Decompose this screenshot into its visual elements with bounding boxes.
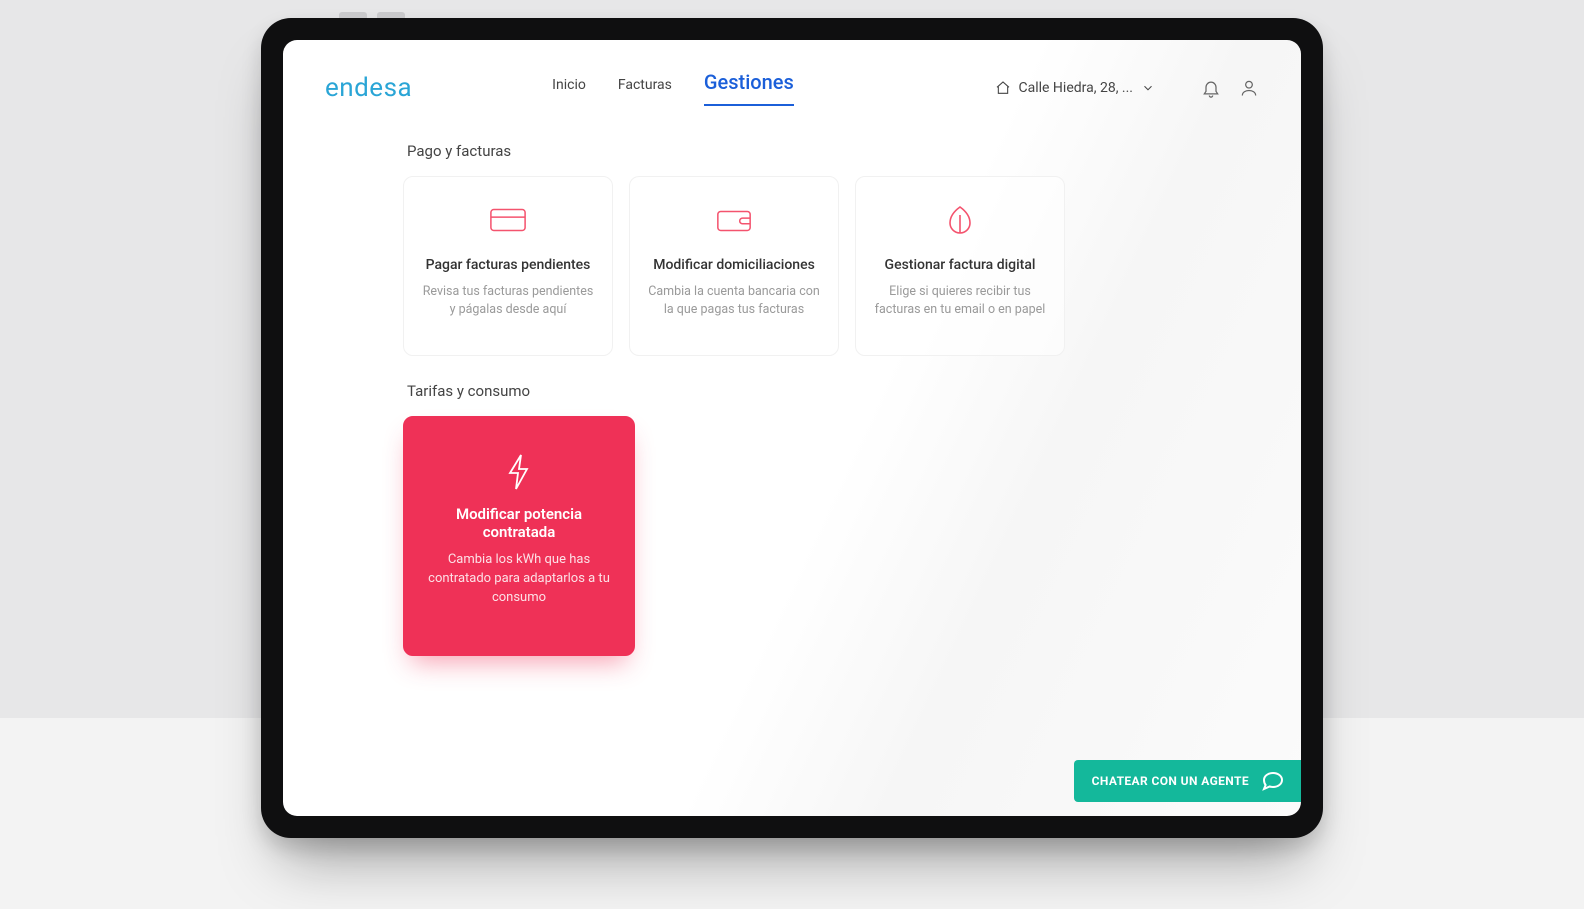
card-desc: Elige si quieres recibir tus facturas en…: [874, 283, 1046, 319]
nav-facturas[interactable]: Facturas: [618, 77, 672, 103]
content-area: Pago y facturas Pagar facturas pendiente…: [283, 106, 1301, 656]
app-screen: endesa Inicio Facturas Gestiones Calle H…: [283, 40, 1301, 816]
home-icon: [995, 80, 1011, 96]
nav-inicio[interactable]: Inicio: [552, 77, 586, 103]
card-title: Gestionar factura digital: [874, 257, 1046, 273]
chat-with-agent-button[interactable]: CHATEAR CON UN AGENTE: [1074, 760, 1301, 802]
card-title: Pagar facturas pendientes: [422, 257, 594, 273]
main-nav: Inicio Facturas Gestiones: [552, 70, 794, 106]
card-factura-digital[interactable]: Gestionar factura digital Elige si quier…: [855, 176, 1065, 356]
pago-cards-row: Pagar facturas pendientes Revisa tus fac…: [403, 176, 1231, 356]
header: endesa Inicio Facturas Gestiones Calle H…: [283, 40, 1301, 106]
address-label: Calle Hiedra, 28, ...: [1019, 80, 1134, 96]
user-icon[interactable]: [1239, 78, 1259, 98]
section-title-pago: Pago y facturas: [407, 142, 1231, 160]
chevron-down-icon: [1141, 81, 1155, 95]
chat-icon: [1261, 770, 1285, 792]
tarifas-cards-row: Modificar potencia contratada Cambia los…: [403, 416, 1231, 656]
card-modificar-potencia[interactable]: Modificar potencia contratada Cambia los…: [403, 416, 635, 656]
address-selector[interactable]: Calle Hiedra, 28, ...: [995, 80, 1156, 96]
header-icon-group: [1201, 78, 1259, 98]
section-title-tarifas: Tarifas y consumo: [407, 382, 1231, 400]
card-desc: Revisa tus facturas pendientes y págalas…: [422, 283, 594, 319]
wallet-icon: [648, 205, 820, 239]
card-desc: Cambia los kWh que has contratado para a…: [422, 551, 616, 608]
leaf-icon: [874, 205, 1046, 239]
card-pagar-facturas[interactable]: Pagar facturas pendientes Revisa tus fac…: [403, 176, 613, 356]
brand-logo[interactable]: endesa: [325, 73, 412, 103]
card-modificar-domiciliaciones[interactable]: Modificar domiciliaciones Cambia la cuen…: [629, 176, 839, 356]
card-desc: Cambia la cuenta bancaria con la que pag…: [648, 283, 820, 319]
card-title: Modificar domiciliaciones: [648, 257, 820, 273]
bolt-icon: [422, 453, 616, 487]
nav-gestiones[interactable]: Gestiones: [704, 70, 794, 106]
card-title: Modificar potencia contratada: [422, 505, 616, 541]
tablet-frame: endesa Inicio Facturas Gestiones Calle H…: [261, 18, 1323, 838]
chat-label: CHATEAR CON UN AGENTE: [1092, 774, 1249, 788]
card-icon: [422, 205, 594, 239]
bell-icon[interactable]: [1201, 78, 1221, 98]
